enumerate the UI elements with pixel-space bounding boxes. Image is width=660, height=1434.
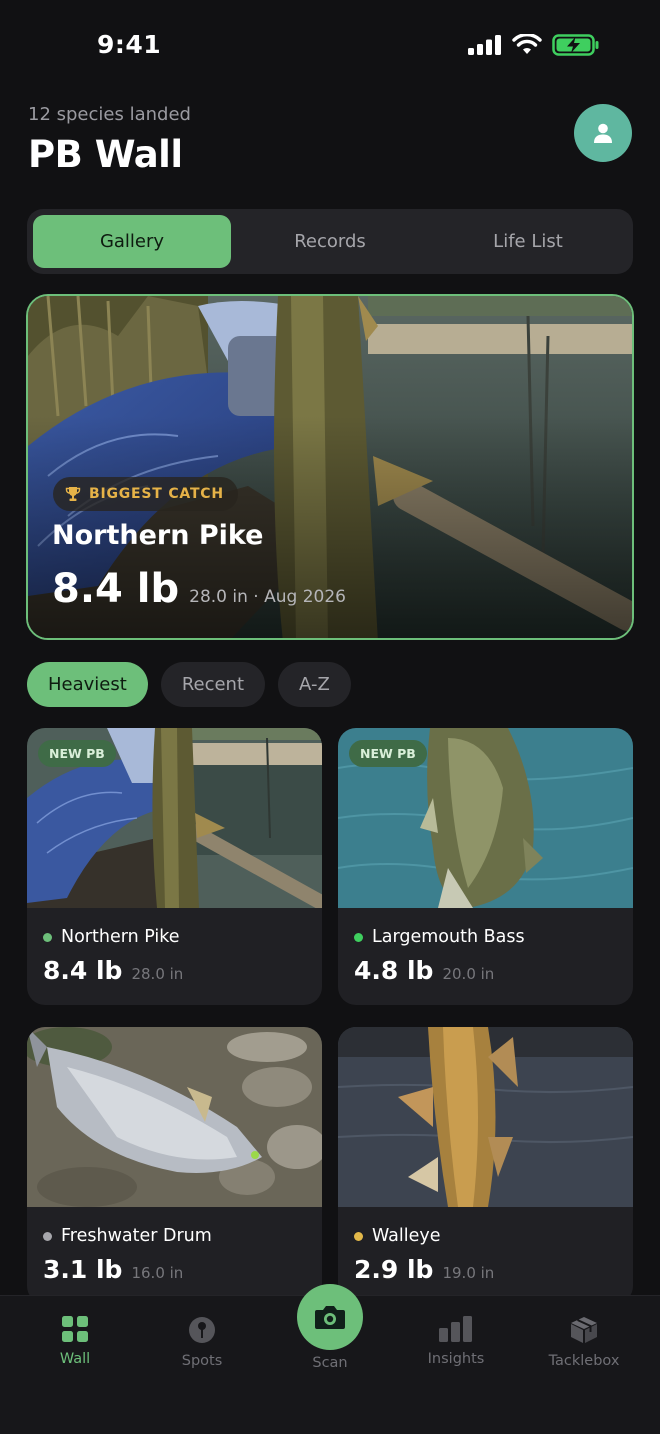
- nav-tacklebox[interactable]: Tacklebox: [524, 1316, 644, 1369]
- status-bar: 9:41: [0, 0, 660, 96]
- catch-card[interactable]: Walleye 2.9 lb 19.0 in: [338, 1027, 633, 1304]
- species-dot: [354, 932, 363, 942]
- card-species: Largemouth Bass: [354, 927, 525, 947]
- user-icon: [594, 123, 612, 143]
- card-species: Northern Pike: [43, 927, 180, 947]
- filter-heaviest[interactable]: Heaviest: [27, 662, 148, 707]
- new-pb-badge: NEW PB: [38, 740, 116, 767]
- signal-icon: [468, 35, 501, 55]
- profile-button[interactable]: [574, 104, 632, 162]
- card-species: Freshwater Drum: [43, 1226, 212, 1246]
- card-species-name: Largemouth Bass: [372, 927, 525, 947]
- filter-recent[interactable]: Recent: [160, 662, 266, 707]
- card-length: 20.0 in: [442, 965, 495, 983]
- card-stats: 3.1 lb 16.0 in: [43, 1255, 183, 1284]
- species-dot: [43, 932, 52, 942]
- card-weight: 8.4 lb: [43, 956, 123, 985]
- nav-scan-label: Scan: [312, 1355, 348, 1371]
- battery-icon: [552, 34, 599, 56]
- tab-life-list[interactable]: Life List: [429, 215, 627, 268]
- new-pb-badge: NEW PB: [349, 740, 427, 767]
- view-segmented-control: Gallery Records Life List: [27, 209, 633, 274]
- nav-spots[interactable]: Spots: [142, 1316, 262, 1369]
- filter-a-z[interactable]: A-Z: [278, 662, 351, 707]
- header: 12 species landed PB Wall: [28, 104, 632, 184]
- card-species: Walleye: [354, 1226, 441, 1246]
- status-time: 9:41: [97, 30, 162, 59]
- card-weight: 3.1 lb: [43, 1255, 123, 1284]
- card-species-name: Northern Pike: [61, 927, 180, 947]
- tab-gallery[interactable]: Gallery: [33, 215, 231, 268]
- scan-button[interactable]: [297, 1284, 363, 1350]
- card-species-name: Freshwater Drum: [61, 1226, 212, 1246]
- card-weight: 4.8 lb: [354, 956, 434, 985]
- nav-spots-label: Spots: [181, 1353, 223, 1369]
- sort-filters: Heaviest Recent A-Z: [27, 662, 351, 707]
- pin-icon: [189, 1317, 215, 1343]
- species-count-subtitle: 12 species landed: [28, 104, 191, 125]
- biggest-catch-label: BIGGEST CATCH: [89, 486, 224, 502]
- hero-weight: 8.4 lb: [52, 566, 180, 612]
- hero-stats: 8.4 lb 28.0 in · Aug 2026: [52, 566, 346, 612]
- tab-records[interactable]: Records: [231, 215, 429, 268]
- card-stats: 8.4 lb 28.0 in: [43, 956, 183, 985]
- nav-insights-label: Insights: [427, 1351, 485, 1367]
- card-stats: 2.9 lb 19.0 in: [354, 1255, 494, 1284]
- catch-card[interactable]: NEW PB Largemouth Bass 4.8 lb 20.0 in: [338, 728, 633, 1005]
- box-icon: [571, 1317, 597, 1343]
- bar-chart-icon: [439, 1316, 472, 1342]
- nav-wall-label: Wall: [59, 1351, 91, 1367]
- catch-card[interactable]: Freshwater Drum 3.1 lb 16.0 in: [27, 1027, 322, 1304]
- species-dot: [354, 1231, 363, 1241]
- card-weight: 2.9 lb: [354, 1255, 434, 1284]
- camera-icon: [315, 1306, 345, 1329]
- nav-insights[interactable]: Insights: [396, 1316, 516, 1367]
- nav-tacklebox-label: Tacklebox: [548, 1353, 620, 1369]
- trophy-icon: [65, 487, 81, 501]
- catch-photo: [27, 1027, 322, 1207]
- card-length: 16.0 in: [131, 1264, 184, 1282]
- card-species-name: Walleye: [372, 1226, 441, 1246]
- grid-icon: [62, 1316, 88, 1342]
- card-stats: 4.8 lb 20.0 in: [354, 956, 494, 985]
- page-title: PB Wall: [28, 133, 183, 176]
- biggest-catch-card[interactable]: BIGGEST CATCH Northern Pike 8.4 lb 28.0 …: [26, 294, 634, 640]
- biggest-catch-badge: BIGGEST CATCH: [53, 477, 238, 511]
- status-icons: [468, 34, 600, 56]
- hero-meta: 28.0 in · Aug 2026: [189, 587, 346, 607]
- wifi-icon: [512, 34, 542, 54]
- species-dot: [43, 1231, 52, 1241]
- catch-photo: [338, 1027, 633, 1207]
- card-length: 28.0 in: [131, 965, 184, 983]
- catch-card[interactable]: NEW PB Northern Pike 8.4 lb 28.0 in: [27, 728, 322, 1005]
- hero-species-name: Northern Pike: [52, 520, 264, 551]
- card-length: 19.0 in: [442, 1264, 495, 1282]
- nav-wall[interactable]: Wall: [15, 1316, 135, 1367]
